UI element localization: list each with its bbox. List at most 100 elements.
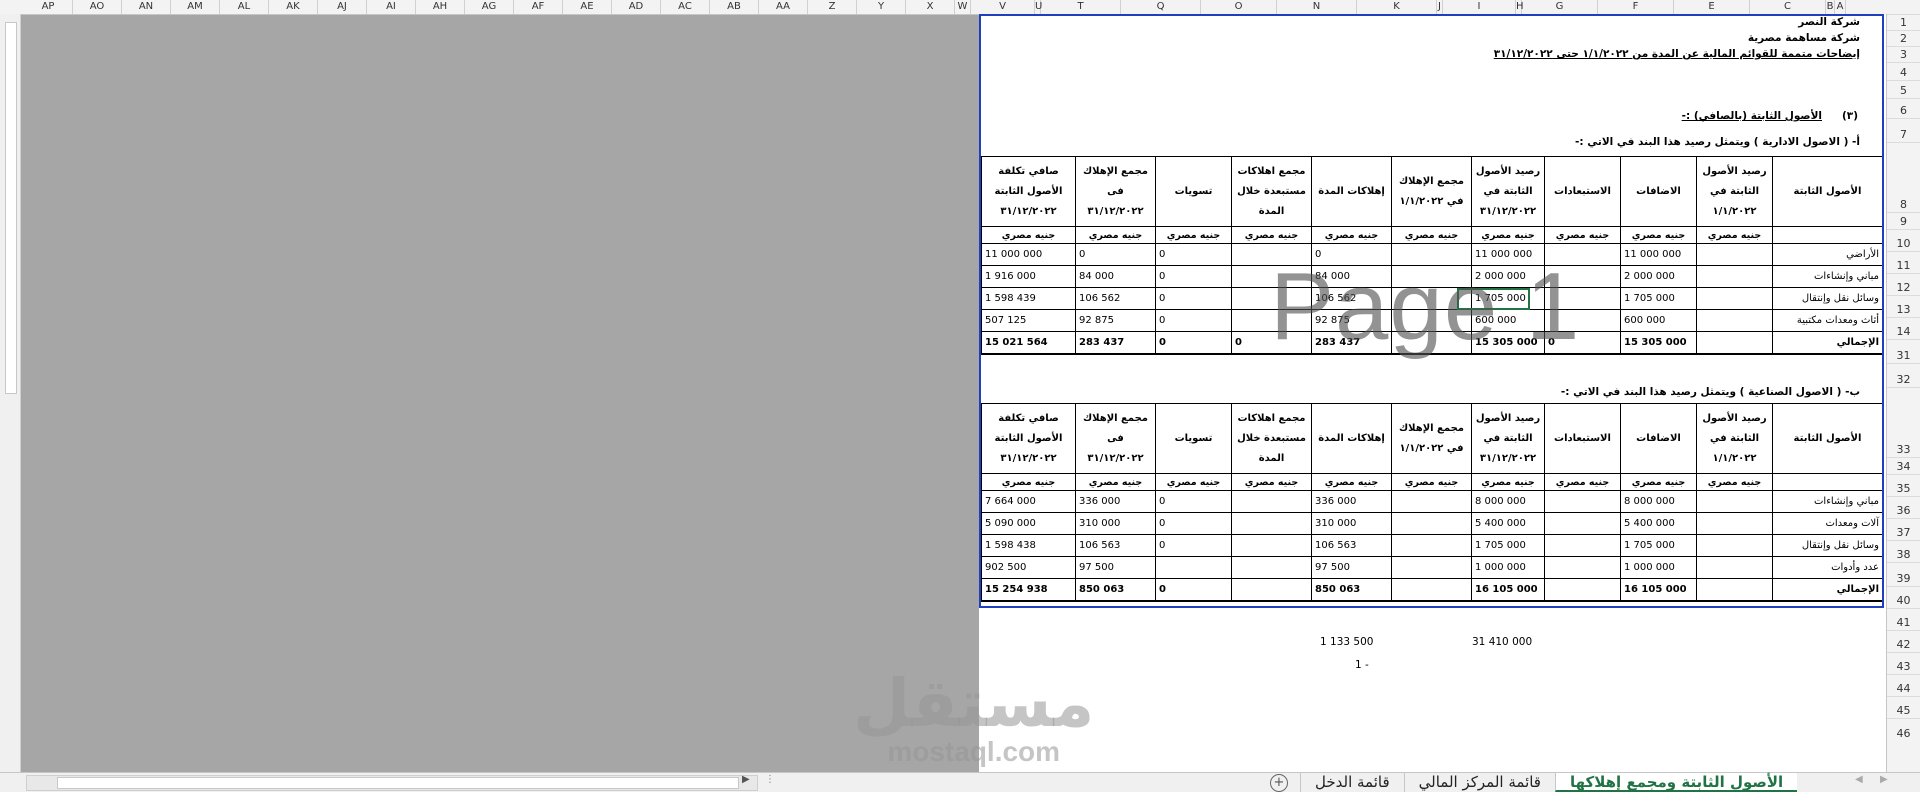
table-a-value-cell[interactable]: 283 437 bbox=[1311, 331, 1392, 355]
table-a-value-cell[interactable]: 1 705 000 bbox=[1471, 287, 1545, 310]
table-a-value-cell[interactable] bbox=[1544, 309, 1621, 332]
table-a-header-cell[interactable]: الاستبعادات bbox=[1544, 156, 1621, 227]
table-b-currency-cell[interactable]: جنيه مصري bbox=[1544, 473, 1621, 491]
table-b-currency-cell[interactable]: جنيه مصري bbox=[1155, 473, 1232, 491]
table-b-value-cell[interactable]: 8 000 000 bbox=[1620, 490, 1697, 513]
table-a-header-cell[interactable]: تسويات bbox=[1155, 156, 1232, 227]
table-b-value-cell[interactable] bbox=[1231, 578, 1312, 602]
column-header-am[interactable]: AM bbox=[171, 0, 220, 14]
column-header-ab[interactable]: AB bbox=[710, 0, 759, 14]
column-header-ah[interactable]: AH bbox=[416, 0, 465, 14]
table-b-value-cell[interactable]: 1 000 000 bbox=[1620, 556, 1697, 579]
column-header-w[interactable]: W bbox=[955, 0, 971, 14]
column-header-b[interactable]: B bbox=[1826, 0, 1835, 14]
table-b-value-cell[interactable] bbox=[1696, 578, 1773, 602]
table-b-currency-cell[interactable]: جنيه مصري bbox=[981, 473, 1076, 491]
table-b-value-cell[interactable] bbox=[1544, 578, 1621, 602]
table-a-value-cell[interactable] bbox=[1696, 331, 1773, 355]
table-a-value-cell[interactable]: 0 bbox=[1311, 243, 1392, 266]
table-b-asset-name-cell[interactable]: الإجمالي bbox=[1772, 578, 1883, 602]
table-a-header-cell[interactable]: مجمع اهلاكات مستبعدة خلال المدة bbox=[1231, 156, 1312, 227]
row-header-36[interactable]: 36 bbox=[1887, 496, 1920, 518]
table-b-value-cell[interactable]: 15 254 938 bbox=[981, 578, 1076, 602]
table-b-value-cell[interactable]: 0 bbox=[1155, 534, 1232, 557]
column-header-v[interactable]: V bbox=[971, 0, 1035, 14]
table-a-value-cell[interactable]: 15 021 564 bbox=[981, 331, 1076, 355]
table-b-value-cell[interactable] bbox=[1544, 556, 1621, 579]
row-header-43[interactable]: 43 bbox=[1887, 652, 1920, 674]
row-header-45[interactable]: 45 bbox=[1887, 696, 1920, 718]
table-a-value-cell[interactable]: 92 875 bbox=[1311, 309, 1392, 332]
table-a-currency-cell[interactable]: جنيه مصري bbox=[1391, 226, 1472, 244]
table-a-value-cell[interactable]: 11 000 000 bbox=[1471, 243, 1545, 266]
tab-scroll-right-icon[interactable]: ▶ bbox=[1880, 774, 1888, 785]
table-a-asset-name-cell[interactable]: وسائل نقل وإنتقال bbox=[1772, 287, 1883, 310]
table-a-header-cell[interactable]: إهلاكات المدة bbox=[1311, 156, 1392, 227]
table-a-value-cell[interactable]: 600 000 bbox=[1471, 309, 1545, 332]
column-header-y[interactable]: Y bbox=[857, 0, 906, 14]
column-header-n[interactable]: N bbox=[1277, 0, 1357, 14]
table-a-value-cell[interactable]: 600 000 bbox=[1620, 309, 1697, 332]
table-b-value-cell[interactable] bbox=[1696, 556, 1773, 579]
table-a-currency-cell[interactable]: جنيه مصري bbox=[1696, 226, 1773, 244]
vertical-scrollbar[interactable] bbox=[0, 14, 21, 772]
row-header-10[interactable]: 10 bbox=[1887, 229, 1920, 251]
row-header-6[interactable]: 6 bbox=[1887, 98, 1920, 118]
column-header-e[interactable]: E bbox=[1674, 0, 1750, 14]
new-sheet-plus-icon[interactable]: + bbox=[1270, 774, 1288, 792]
table-b-header-cell[interactable]: الأصول الثابتة bbox=[1772, 403, 1883, 474]
table-a-value-cell[interactable]: 11 000 000 bbox=[1620, 243, 1697, 266]
table-b-currency-cell[interactable]: جنيه مصري bbox=[1620, 473, 1697, 491]
table-a-value-cell[interactable]: 0 bbox=[1155, 243, 1232, 266]
table-a-currency-cell[interactable]: جنيه مصري bbox=[981, 226, 1076, 244]
table-a-value-cell[interactable] bbox=[1696, 309, 1773, 332]
table-b-value-cell[interactable]: 336 000 bbox=[1311, 490, 1392, 513]
column-header-ag[interactable]: AG bbox=[465, 0, 514, 14]
table-b-currency-cell[interactable]: جنيه مصري bbox=[1311, 473, 1392, 491]
table-a-value-cell[interactable]: 283 437 bbox=[1075, 331, 1156, 355]
table-a-value-cell[interactable]: 0 bbox=[1231, 331, 1312, 355]
table-a-value-cell[interactable]: 106 562 bbox=[1311, 287, 1392, 310]
column-header-an[interactable]: AN bbox=[122, 0, 171, 14]
table-b-value-cell[interactable]: 97 500 bbox=[1311, 556, 1392, 579]
table-b-value-cell[interactable]: 902 500 bbox=[981, 556, 1076, 579]
table-b-header-cell[interactable]: الاضافات bbox=[1620, 403, 1697, 474]
table-a-currency-cell[interactable]: جنيه مصري bbox=[1155, 226, 1232, 244]
row-header-3[interactable]: 3 bbox=[1887, 46, 1920, 62]
table-a-value-cell[interactable] bbox=[1696, 287, 1773, 310]
row-header-37[interactable]: 37 bbox=[1887, 518, 1920, 540]
table-b-header-cell[interactable]: مجمع اهلاكات مستبعدة خلال المدة bbox=[1231, 403, 1312, 474]
table-a-value-cell[interactable]: 106 562 bbox=[1075, 287, 1156, 310]
table-b-value-cell[interactable] bbox=[1391, 534, 1472, 557]
table-b-asset-name-cell[interactable]: عدد وأدوات bbox=[1772, 556, 1883, 579]
column-header-al[interactable]: AL bbox=[220, 0, 269, 14]
column-header-ae[interactable]: AE bbox=[563, 0, 612, 14]
table-b-value-cell[interactable]: 310 000 bbox=[1075, 512, 1156, 535]
table-a-header-cell[interactable]: الاضافات bbox=[1620, 156, 1697, 227]
column-header-ap[interactable]: AP bbox=[24, 0, 73, 14]
row-header-42[interactable]: 42 bbox=[1887, 630, 1920, 652]
column-header-c[interactable]: C bbox=[1750, 0, 1826, 14]
table-a-value-cell[interactable]: 1 705 000 bbox=[1620, 287, 1697, 310]
table-b-value-cell[interactable]: 106 563 bbox=[1075, 534, 1156, 557]
table-a-value-cell[interactable] bbox=[1696, 243, 1773, 266]
table-a-value-cell[interactable] bbox=[1544, 287, 1621, 310]
table-b-value-cell[interactable] bbox=[1391, 556, 1472, 579]
table-b-value-cell[interactable] bbox=[1696, 534, 1773, 557]
sheet-tab-2[interactable]: قائمة الدخل bbox=[1300, 773, 1404, 792]
row-header-40[interactable]: 40 bbox=[1887, 586, 1920, 608]
table-a-value-cell[interactable]: 0 bbox=[1155, 331, 1232, 355]
table-a-value-cell[interactable] bbox=[1231, 287, 1312, 310]
horizontal-scroll-thumb[interactable] bbox=[57, 777, 739, 789]
table-b-value-cell[interactable]: 5 400 000 bbox=[1471, 512, 1545, 535]
table-a-value-cell[interactable]: 0 bbox=[1075, 243, 1156, 266]
table-a-value-cell[interactable]: 11 000 000 bbox=[981, 243, 1076, 266]
table-b-value-cell[interactable] bbox=[1696, 490, 1773, 513]
table-b-header-cell[interactable]: رصيد الأصول الثابتة في ٣١/١٢/٢٠٢٢ bbox=[1471, 403, 1545, 474]
table-b-currency-cell[interactable]: جنيه مصري bbox=[1696, 473, 1773, 491]
table-b-value-cell[interactable] bbox=[1391, 512, 1472, 535]
row-header-11[interactable]: 11 bbox=[1887, 251, 1920, 273]
table-b-currency-cell[interactable]: جنيه مصري bbox=[1075, 473, 1156, 491]
row-header-14[interactable]: 14 bbox=[1887, 317, 1920, 339]
horizontal-scrollbar[interactable] bbox=[26, 775, 758, 791]
